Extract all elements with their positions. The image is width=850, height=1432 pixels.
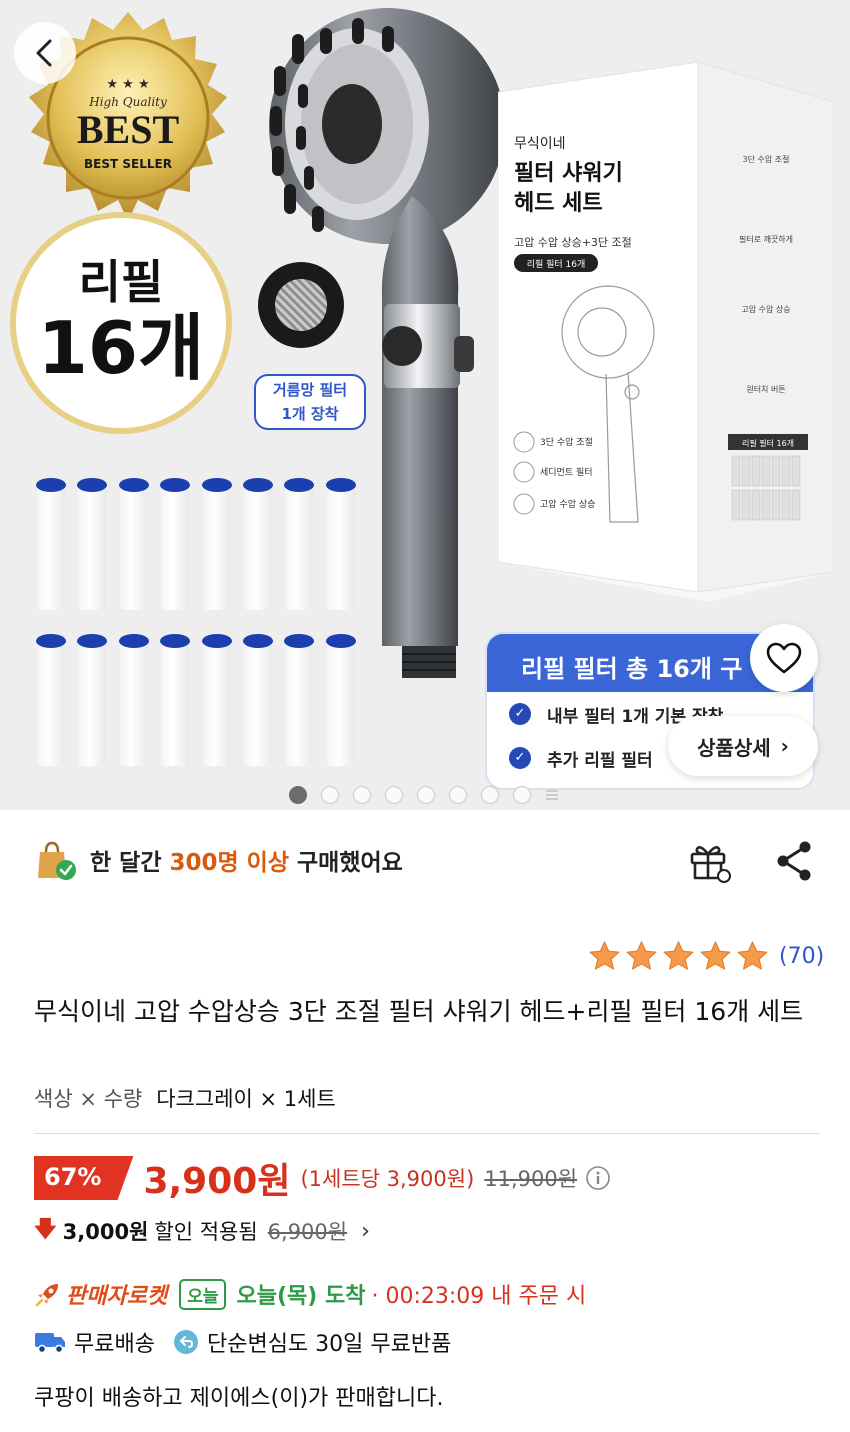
- back-button[interactable]: [14, 22, 76, 84]
- refill-count-badge: 리필 16개: [10, 212, 232, 434]
- shopping-bag-check-icon: [38, 841, 76, 880]
- star-icon: [663, 941, 694, 970]
- seller-info: 쿠팡이 배송하고 제이에스(이)가 판매합니다.: [34, 1386, 444, 1411]
- svg-text:3단 수압 조절: 3단 수압 조절: [743, 154, 790, 164]
- chevron-right-icon: ›: [361, 1218, 370, 1244]
- price-before-discount: 6,900원: [267, 1220, 348, 1244]
- truck-icon: [35, 1333, 65, 1354]
- svg-text:세디먼트 필터: 세디먼트 필터: [540, 466, 593, 478]
- purchase-count-notice: 한 달간 300명 이상 구매했어요: [34, 838, 403, 882]
- arrow-down-icon: 🡇: [34, 1217, 57, 1242]
- box-subtitle: 고압 수압 상승+3단 조절: [514, 236, 632, 249]
- rocket-icon: [35, 1284, 58, 1307]
- unit-price: (1세트당 3,900원): [300, 1167, 475, 1191]
- product-detail-button[interactable]: 상품상세 ›: [668, 716, 818, 776]
- badge-big-text: BEST: [77, 107, 180, 152]
- product-title: 무식이네 고압 수압상승 3단 조절 필터 샤워기 헤드+리필 필터 16개 세…: [34, 997, 804, 1026]
- check-circle-icon: ✓: [509, 747, 531, 769]
- svg-text:고압 수압 상승: 고압 수압 상승: [741, 304, 790, 314]
- refill-filter-cartridge: [77, 478, 108, 610]
- buyers-highlight: 300명 이상: [169, 850, 290, 876]
- star-icon: [700, 941, 731, 970]
- svg-text:★ ★ ★: ★ ★ ★: [106, 77, 149, 92]
- carousel-dot[interactable]: [449, 786, 467, 804]
- refill-filter-cartridge: [118, 634, 149, 766]
- check-circle-icon: ✓: [509, 703, 531, 725]
- info-icon[interactable]: [585, 1165, 611, 1191]
- svg-text:리필 필터 16개: 리필 필터 16개: [742, 438, 794, 448]
- package-box-image: 무식이네 필터 샤워기 헤드 세트 고압 수압 상승+3단 조절 리필 필터 1…: [498, 62, 834, 602]
- product-image-carousel[interactable]: ★ ★ ★ High Quality BEST BEST SELLER 리필 1…: [0, 0, 850, 810]
- shipping-info-row: 무료배송 단순변심도 30일 무료반품: [34, 1326, 451, 1358]
- product-detail-label: 상품상세: [697, 735, 771, 760]
- carousel-dot[interactable]: [385, 786, 403, 804]
- refill-filter-cartridge: [36, 478, 66, 610]
- star-icon: [589, 941, 620, 970]
- discount-rate-badge: 67%: [34, 1156, 134, 1200]
- refill-filter-cartridge: [118, 478, 149, 610]
- refill-filter-cartridge: [77, 634, 108, 766]
- heart-icon: [766, 642, 802, 674]
- refill-count: 16개: [37, 306, 205, 391]
- wishlist-button[interactable]: [750, 624, 818, 692]
- svg-text:3단 수압 조절: 3단 수압 조절: [540, 436, 593, 448]
- chevron-right-icon: ›: [780, 734, 789, 758]
- box-tag: 리필 필터 16개: [527, 258, 586, 270]
- carousel-indicator[interactable]: [289, 786, 559, 804]
- refill-filter-cartridge: [160, 478, 191, 610]
- svg-text:원터치 버튼: 원터치 버튼: [746, 384, 785, 394]
- purchase-count-text: 한 달간 300명 이상 구매했어요: [90, 843, 403, 877]
- return-icon: [173, 1330, 198, 1354]
- carousel-dot[interactable]: [353, 786, 371, 804]
- carousel-dot[interactable]: [289, 786, 307, 804]
- option-value: 다크그레이 × 1세트: [156, 1087, 336, 1111]
- discount-text: 할인 적용됨: [154, 1220, 258, 1244]
- carousel-dot[interactable]: [321, 786, 339, 804]
- share-icon[interactable]: [772, 838, 818, 884]
- buyers-prefix: 한 달간: [90, 850, 170, 876]
- svg-text:필터로 깨끗하게: 필터로 깨끗하게: [739, 234, 793, 244]
- promo-row-text: 추가 리필 필터: [547, 750, 653, 771]
- badge-bottom-text: BEST SELLER: [84, 157, 172, 171]
- free-shipping: 무료배송: [74, 1332, 155, 1357]
- star-icon: [737, 941, 768, 970]
- product-page: ★ ★ ★ High Quality BEST BEST SELLER 리필 1…: [0, 0, 850, 1432]
- option-label: 색상 × 수량: [34, 1087, 143, 1111]
- free-returns: 단순변심도 30일 무료반품: [206, 1332, 452, 1357]
- carousel-dot[interactable]: [513, 786, 531, 804]
- sale-price: 3,900원: [143, 1161, 291, 1202]
- divider: [34, 1133, 820, 1134]
- selected-options: 색상 × 수량 다크그레이 × 1세트: [34, 1083, 336, 1113]
- gift-button[interactable]: [686, 838, 732, 884]
- order-cutoff: · 00:23:09 내 주문 시: [371, 1284, 587, 1309]
- carousel-dot[interactable]: [417, 786, 435, 804]
- buyers-suffix: 구매했어요: [289, 850, 403, 876]
- refill-filter-cartridge: [201, 634, 232, 766]
- refill-filter-cartridge: [201, 478, 232, 610]
- carousel-dot[interactable]: [481, 786, 499, 804]
- chevron-left-icon: [36, 39, 52, 67]
- arrival-date: 오늘(목) 도착: [236, 1284, 366, 1309]
- box-title-1: 필터 샤워기: [514, 161, 623, 186]
- refill-filter-cartridge: [36, 634, 66, 766]
- refill-filter-cartridge: [160, 634, 191, 766]
- shower-head-image: [269, 8, 505, 678]
- box-title-2: 헤드 세트: [514, 191, 603, 216]
- box-brand: 무식이네: [514, 136, 566, 152]
- more-images-icon: [546, 790, 558, 800]
- coupon-discount-row[interactable]: 🡇 3,000원 할인 적용됨 6,900원 ›: [34, 1212, 370, 1250]
- today-tag: 오늘: [179, 1278, 227, 1310]
- original-price: 11,900원: [484, 1167, 578, 1191]
- price-row: 67% 3,900원 (1세트당 3,900원) 11,900원: [34, 1152, 611, 1204]
- review-count[interactable]: (70): [779, 944, 824, 969]
- refill-label: 리필: [78, 255, 164, 310]
- delivery-eta-row: 판매자로켓 오늘 오늘(목) 도착 · 00:23:09 내 주문 시: [34, 1278, 586, 1310]
- star-icon: [626, 941, 657, 970]
- rating[interactable]: (70): [588, 940, 824, 973]
- seller-rocket-label: 판매자로켓: [66, 1284, 168, 1309]
- discount-amount: 3,000원: [62, 1220, 149, 1244]
- svg-text:고압 수압 상승: 고압 수압 상승: [540, 498, 595, 510]
